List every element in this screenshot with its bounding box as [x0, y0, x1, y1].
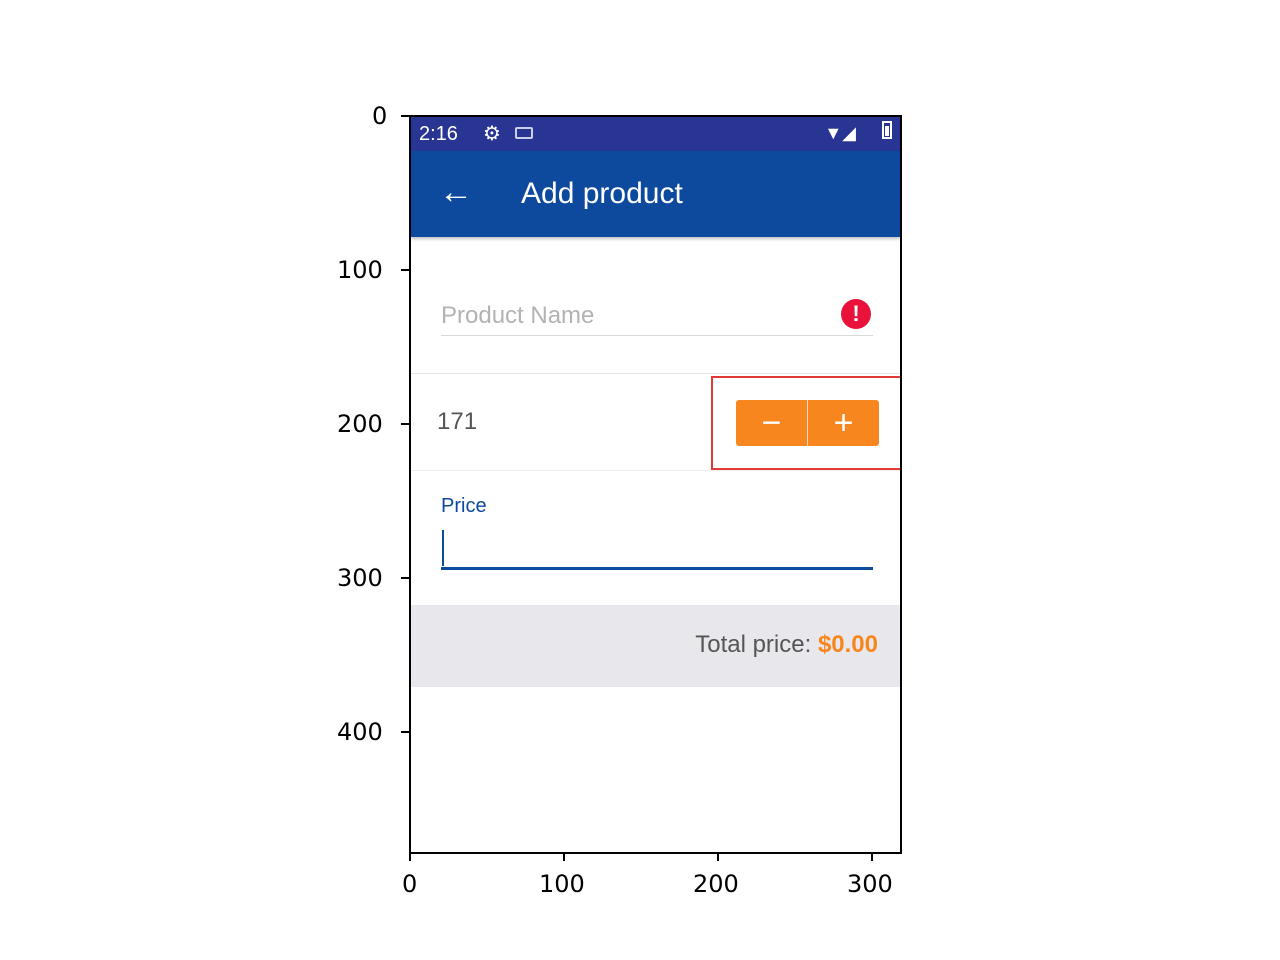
wifi-signal-icon: ▼◢ — [824, 123, 856, 143]
y-tick-200 — [401, 423, 409, 425]
x-tick-0 — [409, 853, 411, 861]
price-label: Price — [441, 495, 487, 517]
y-tick-100 — [401, 269, 409, 271]
arrow-left-icon[interactable]: ← — [439, 173, 473, 212]
app-bar: ← Add product — [411, 151, 900, 237]
phone-screen: 2:16 ⚙ ▼◢ ← Add product ! 171 − + Price … — [409, 115, 902, 854]
total-price: Total price: $0.00 — [695, 631, 878, 659]
x-tick-100 — [563, 853, 565, 861]
decrement-button[interactable]: − — [736, 400, 807, 446]
y-tick-label-100: 100 — [337, 256, 383, 284]
stepper-divider — [807, 400, 808, 446]
error-icon: ! — [841, 299, 871, 329]
total-price-bar: Total price: $0.00 — [411, 605, 900, 687]
x-tick-label-200: 200 — [693, 870, 739, 898]
y-tick-label-400: 400 — [337, 718, 383, 746]
quantity-value: 171 — [437, 408, 478, 435]
increment-button[interactable]: + — [808, 400, 879, 446]
y-tick-0 — [401, 115, 409, 117]
y-tick-label-200: 200 — [337, 410, 383, 438]
y-tick-300 — [401, 577, 409, 579]
price-input[interactable] — [441, 527, 873, 570]
gear-icon: ⚙ — [483, 123, 501, 145]
page-title: Add product — [521, 177, 683, 210]
y-tick-400 — [401, 731, 409, 733]
x-tick-200 — [717, 853, 719, 861]
quantity-row: 171 − + — [411, 374, 900, 471]
total-price-amount: $0.00 — [817, 631, 878, 658]
x-tick-label-100: 100 — [539, 870, 585, 898]
status-bar: 2:16 ⚙ ▼◢ — [411, 117, 900, 151]
battery-icon — [882, 121, 892, 139]
product-name-row: ! — [411, 237, 900, 374]
x-tick-label-300: 300 — [847, 870, 893, 898]
x-tick-label-0: 0 — [402, 870, 418, 898]
total-price-label: Total price: — [695, 631, 818, 658]
keyboard-icon — [515, 127, 533, 139]
status-time: 2:16 — [419, 123, 458, 145]
text-cursor — [442, 530, 444, 566]
product-name-input[interactable] — [441, 297, 873, 336]
y-tick-label-0: 0 — [372, 102, 388, 130]
quantity-stepper[interactable]: − + — [736, 400, 879, 446]
x-tick-300 — [871, 853, 873, 861]
y-tick-label-300: 300 — [337, 564, 383, 592]
